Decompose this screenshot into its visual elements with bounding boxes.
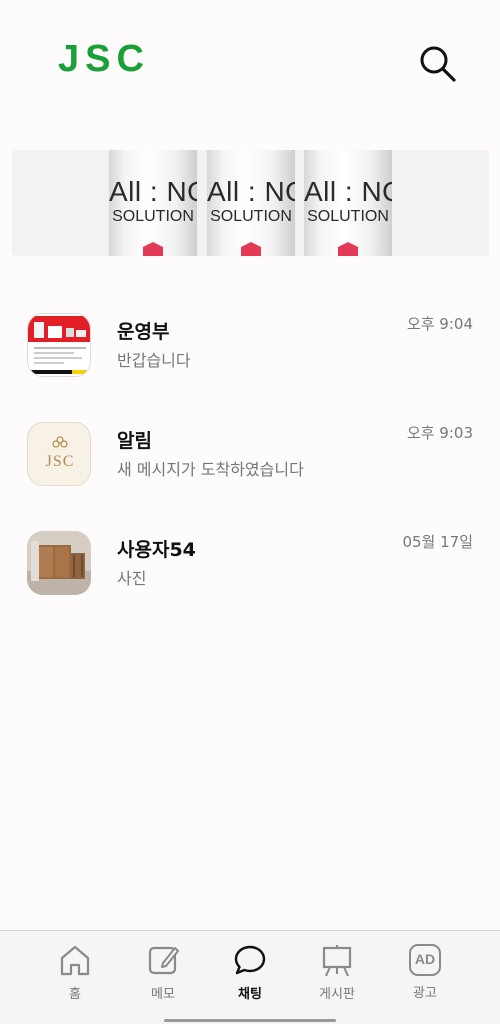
chat-last-message: 새 메시지가 도착하였습니다 [117, 460, 304, 479]
bottle-cap-shape [143, 242, 163, 256]
banner-bottle: All : NO SOLUTION [304, 150, 392, 256]
bottle-text-line1: All : NO [109, 176, 197, 207]
home-icon [60, 945, 90, 976]
nav-item-board[interactable]: 게시판 [302, 943, 372, 1013]
bottle-text-line1: All : NO [207, 176, 295, 207]
chat-bubble-icon [234, 945, 266, 975]
nav-label: 메모 [151, 987, 175, 1002]
nav-label: 채팅 [238, 987, 262, 1002]
ad-icon-text: AD [414, 951, 436, 967]
shop-screenshot-thumbnail [28, 314, 90, 376]
chat-time: 오후 9:04 [406, 315, 473, 333]
bottle-text-line2: SOLUTION [112, 208, 194, 225]
chat-last-message: 사진 [117, 569, 147, 588]
chat-list-item[interactable]: 사용자54 사진 05월 17일 [0, 531, 500, 611]
board-easel-icon [322, 945, 352, 977]
nav-label: 홈 [69, 987, 81, 1002]
bottle-cap-shape [241, 242, 261, 256]
promo-banner[interactable]: All : NO SOLUTION All : NO SOLUTION All … [12, 150, 489, 256]
bottom-navigation: 홈 메모 채팅 게시판 AD 광고 [0, 930, 500, 1024]
nav-label: 광고 [413, 986, 437, 1001]
app-logo: JSC [58, 38, 150, 80]
chat-last-message: 반갑습니다 [117, 351, 191, 370]
app-header: JSC [0, 0, 500, 120]
app-screen: JSC All : NO SOLUTION All : NO SOLUTION … [0, 0, 500, 1024]
home-indicator [164, 1019, 336, 1022]
ad-icon: AD [409, 944, 441, 976]
chat-avatar [27, 313, 91, 377]
chat-avatar: JSC [27, 422, 91, 486]
chat-name: 알림 [117, 430, 152, 452]
chat-name: 사용자54 [117, 539, 196, 561]
bottle-text-line2: SOLUTION [210, 208, 292, 225]
bottle-text-line2: SOLUTION [307, 208, 389, 225]
chat-list-item[interactable]: 운영부 반갑습니다 오후 9:04 [0, 313, 500, 393]
chat-name: 운영부 [117, 321, 170, 343]
chat-list-item[interactable]: JSC 알림 새 메시지가 도착하였습니다 오후 9:03 [0, 422, 500, 502]
nav-label: 게시판 [319, 987, 355, 1002]
memo-icon [148, 946, 179, 975]
avatar-logo-text: JSC [45, 453, 75, 470]
chat-time: 오후 9:03 [406, 424, 473, 442]
bottle-cap-shape [338, 242, 358, 256]
search-icon [420, 46, 456, 82]
chat-avatar [27, 531, 91, 595]
nav-item-chat[interactable]: 채팅 [215, 943, 285, 1013]
nav-item-memo[interactable]: 메모 [128, 943, 198, 1013]
nav-item-ad[interactable]: AD 광고 [390, 943, 460, 1013]
chat-time: 05월 17일 [402, 533, 473, 551]
furniture-photo-thumbnail [27, 531, 91, 595]
nav-item-home[interactable]: 홈 [40, 943, 110, 1013]
banner-bottle: All : NO SOLUTION [207, 150, 295, 256]
banner-bottle: All : NO SOLUTION [109, 150, 197, 256]
search-button[interactable] [416, 42, 458, 84]
bottle-text-line1: All : NO [304, 176, 392, 207]
